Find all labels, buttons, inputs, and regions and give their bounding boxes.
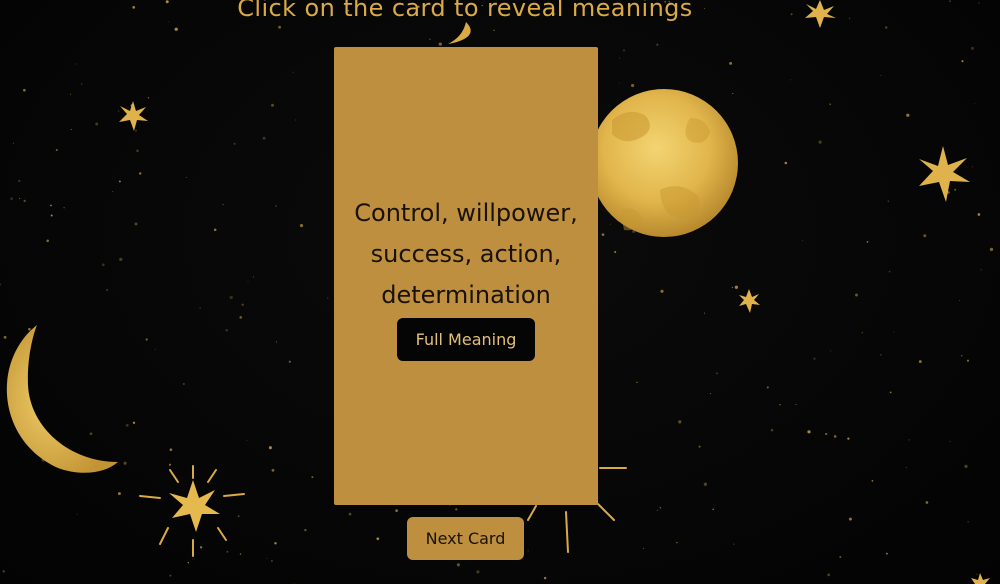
star-icon bbox=[971, 573, 990, 584]
tarot-card[interactable]: Control, willpower, success, action, det… bbox=[334, 47, 598, 505]
crescent-moon-icon bbox=[6, 325, 118, 473]
star-icon bbox=[739, 289, 760, 313]
meaning-line: determination bbox=[381, 281, 551, 309]
card-meaning-text: Control, willpower, success, action, det… bbox=[334, 193, 598, 316]
star-icon bbox=[119, 101, 148, 131]
meaning-line: Control, willpower, bbox=[354, 199, 578, 227]
crescent-moon-icon bbox=[448, 22, 471, 44]
meaning-line: success, action, bbox=[370, 240, 562, 268]
tarot-page: Click on the card to reveal meanings Con… bbox=[0, 0, 1000, 584]
next-card-button[interactable]: Next Card bbox=[407, 517, 524, 560]
star-icon bbox=[919, 146, 970, 202]
star-icon bbox=[139, 465, 245, 557]
moon-icon bbox=[590, 89, 738, 237]
instruction-heading: Click on the card to reveal meanings bbox=[237, 0, 693, 22]
full-meaning-button[interactable]: Full Meaning bbox=[397, 318, 535, 361]
